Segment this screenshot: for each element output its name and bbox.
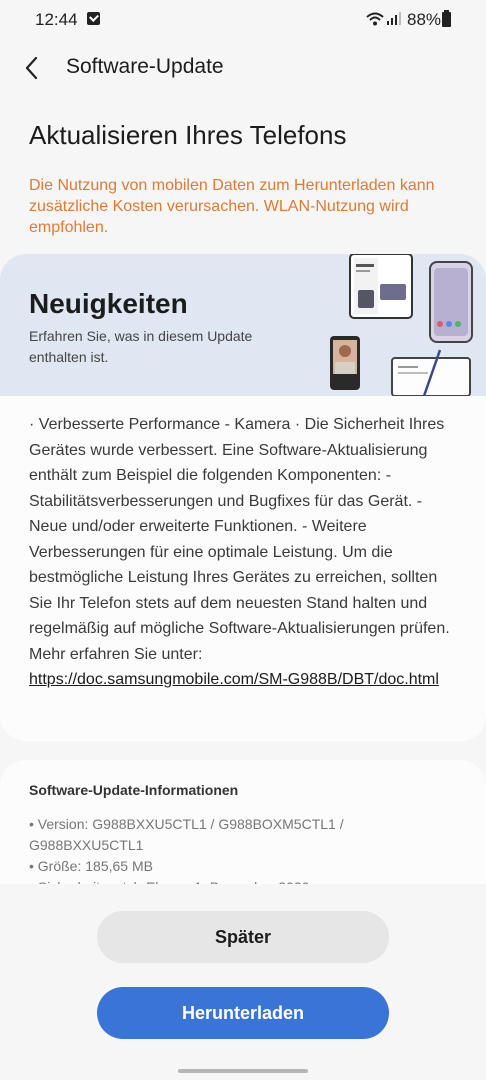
wifi-icon [366, 12, 384, 26]
software-update-screen: 12:44 88% Software-Update Aktualisieren … [0, 0, 486, 1080]
info-version: • Version: G988BXXU5CTL1 / G988BOXM5CTL1… [29, 816, 344, 853]
news-body: · Verbesserte Performance - Kamera · Die… [29, 412, 459, 693]
page-title: Aktualisieren Ihres Telefons [29, 120, 347, 150]
info-size: • Größe: 185,65 MB [29, 858, 153, 874]
data-usage-warning: Die Nutzung von mobilen Daten zum Herunt… [29, 177, 435, 236]
status-time: 12:44 [35, 10, 78, 29]
battery-percent: 88% [407, 10, 442, 29]
check-notification-icon [87, 12, 100, 25]
release-notes-link[interactable]: https://doc.samsungmobile.com/SM-G988B/D… [29, 671, 439, 688]
info-title: Software-Update-Informationen [29, 782, 239, 798]
app-header: Software-Update [0, 42, 486, 94]
chevron-left-icon[interactable] [18, 54, 48, 82]
news-banner: Neuigkeiten Erfahren Sie, was in diesem … [0, 254, 486, 396]
home-indicator[interactable] [178, 1069, 308, 1073]
news-card: Neuigkeiten Erfahren Sie, was in diesem … [0, 254, 486, 741]
download-button[interactable]: Herunterladen [97, 987, 389, 1039]
news-subtitle: Erfahren Sie, was in diesem Update entha… [29, 328, 253, 365]
status-bar: 12:44 88% [0, 0, 486, 42]
header-title: Software-Update [66, 55, 224, 78]
devices-illustration [330, 254, 473, 396]
news-title: Neuigkeiten [29, 288, 188, 319]
news-body-text: · Verbesserte Performance - Kamera · Die… [29, 416, 450, 663]
later-button[interactable]: Später [97, 911, 389, 963]
battery-icon [442, 10, 451, 27]
signal-icon [387, 12, 401, 25]
